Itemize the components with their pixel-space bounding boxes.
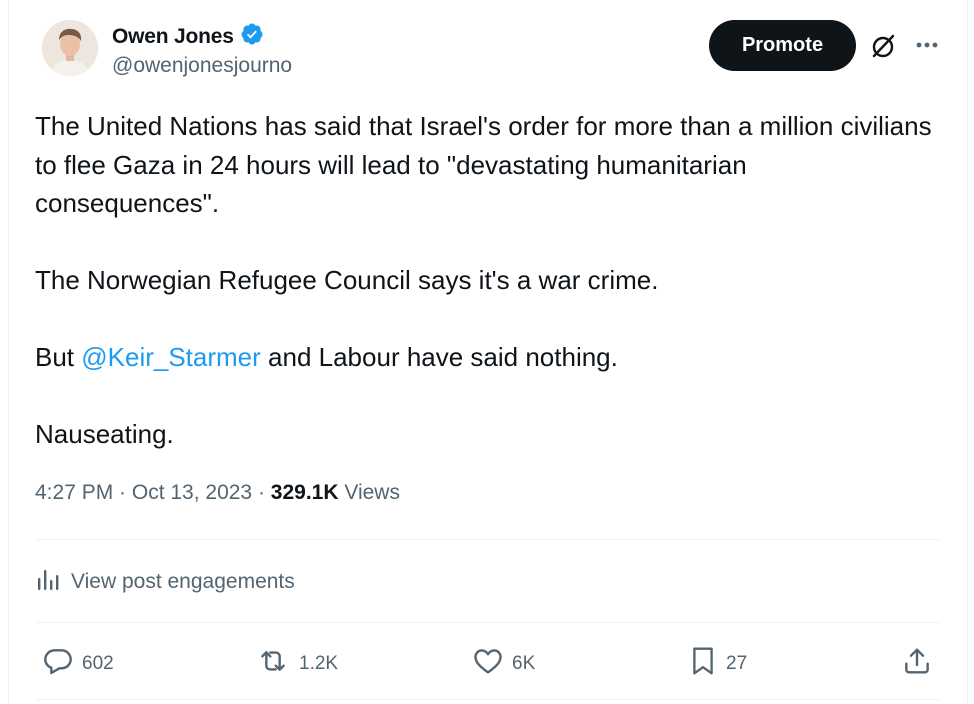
reply-count: 602 xyxy=(82,653,114,674)
tweet-text-span: But xyxy=(35,342,82,372)
view-engagements-link[interactable]: View post engagements xyxy=(35,566,295,598)
tweet-paragraph: The Norwegian Refugee Council says it's … xyxy=(35,265,659,295)
tweet-text-span: and Labour have said nothing. xyxy=(260,342,618,372)
promote-button[interactable]: Promote xyxy=(709,20,856,71)
author-name[interactable]: Owen Jones xyxy=(112,25,234,49)
like-icon xyxy=(472,645,504,683)
view-engagements-label: View post engagements xyxy=(71,570,295,593)
tweet-paragraph: The United Nations has said that Israel'… xyxy=(35,111,932,218)
tweet-text: The United Nations has said that Israel'… xyxy=(35,107,935,454)
avatar[interactable] xyxy=(42,20,98,76)
grok-icon[interactable] xyxy=(866,31,900,61)
repost-count: 1.2K xyxy=(299,653,339,674)
analytics-icon xyxy=(35,566,61,598)
author-name-row[interactable]: Owen Jones xyxy=(112,22,264,51)
reply-icon xyxy=(42,645,74,683)
repost-button[interactable]: 1.2K xyxy=(255,645,338,683)
author-handle[interactable]: @owenjonesjourno xyxy=(112,54,292,78)
more-icon[interactable] xyxy=(912,34,942,56)
views-count: 329.1K xyxy=(270,481,339,504)
divider xyxy=(35,622,941,623)
reply-button[interactable]: 602 xyxy=(42,645,114,683)
tweet-meta: 4:27 PM · Oct 13, 2023 · 329.1K Views xyxy=(35,481,400,505)
bookmark-button[interactable]: 27 xyxy=(688,645,747,683)
mention-link[interactable]: @Keir_Starmer xyxy=(81,342,261,372)
views-label: Views xyxy=(338,481,400,504)
share-button[interactable] xyxy=(901,645,933,683)
like-button[interactable]: 6K xyxy=(472,645,535,683)
like-count: 6K xyxy=(512,653,536,674)
bookmark-count: 27 xyxy=(726,653,748,674)
timestamp[interactable]: 4:27 PM · Oct 13, 2023 · xyxy=(35,481,271,504)
share-icon xyxy=(901,645,933,683)
repost-icon xyxy=(255,645,291,683)
tweet-paragraph: Nauseating. xyxy=(35,419,174,449)
divider xyxy=(35,699,941,700)
divider xyxy=(35,539,941,540)
verified-badge-icon xyxy=(240,22,264,51)
bookmark-icon xyxy=(688,645,718,683)
tweet-paragraph: But @Keir_Starmer and Labour have said n… xyxy=(35,338,935,377)
